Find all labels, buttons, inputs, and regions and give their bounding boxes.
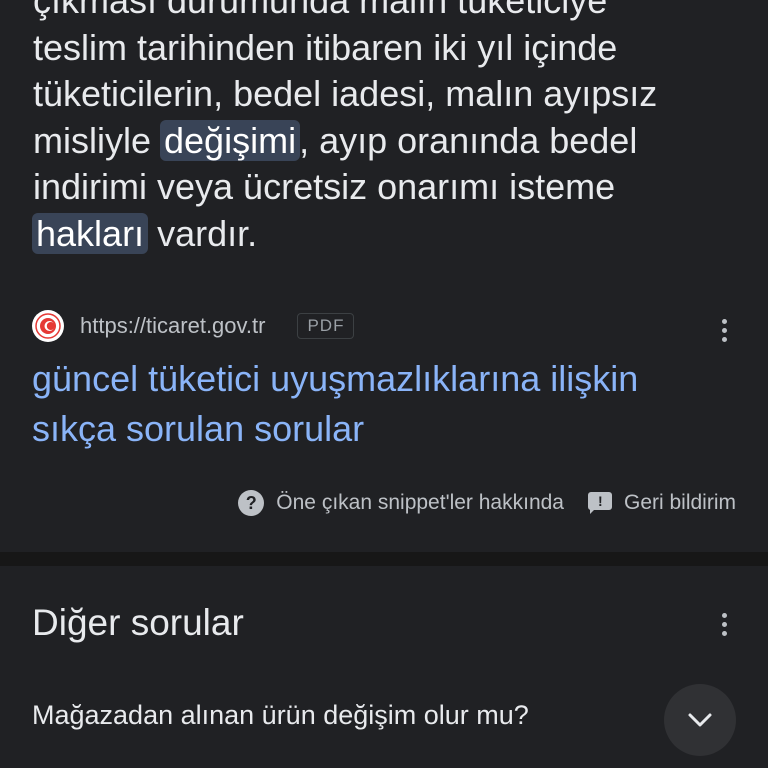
chevron-down-icon[interactable] bbox=[664, 684, 736, 756]
snippet-line-text: vardır. bbox=[147, 212, 258, 254]
source-row[interactable]: https://ticaret.gov.tr PDF bbox=[32, 308, 732, 344]
snippet-text: çıkması durumunda malın tüketiciye tesli… bbox=[32, 0, 753, 258]
result-more-options-icon[interactable] bbox=[712, 312, 736, 348]
help-circle-icon[interactable]: ? bbox=[238, 490, 265, 516]
result-title-line[interactable]: sıkça sorulan sorular bbox=[32, 404, 752, 454]
snippet-line: hakları vardır. bbox=[32, 211, 753, 258]
feedback-icon[interactable]: ! bbox=[587, 492, 612, 514]
snippet-line: tüketicilerin, bedel iadesi, malın ayıps… bbox=[33, 71, 753, 118]
turkish-crescent-seal-icon bbox=[32, 310, 64, 342]
favicon-seal-graphic bbox=[35, 313, 61, 339]
section-more-options-icon[interactable] bbox=[712, 606, 736, 642]
snippet-line-text: , ayıp oranında bedel bbox=[299, 119, 638, 161]
snippet-line: çıkması durumunda malın tüketiciye bbox=[33, 0, 753, 25]
snippet-footer: ? Öne çıkan snippet'ler hakkında ! Geri … bbox=[238, 486, 736, 520]
featured-snippet-card: çıkması durumunda malın tüketiciye tesli… bbox=[0, 0, 768, 552]
pdf-badge: PDF bbox=[297, 313, 355, 339]
result-title-line[interactable]: güncel tüketici uyuşmazlıklarına ilişkin bbox=[32, 354, 752, 404]
snippet-line-text: teslim tarihinden itibaren iki yıl içind… bbox=[33, 26, 618, 68]
snippet-line-text: misliyle bbox=[33, 119, 162, 161]
result-title-link[interactable]: güncel tüketici uyuşmazlıklarına ilişkin… bbox=[32, 354, 752, 454]
snippet-line-text: çıkması durumunda malın tüketiciye bbox=[33, 0, 608, 21]
section-divider bbox=[0, 552, 768, 566]
source-url[interactable]: https://ticaret.gov.tr bbox=[80, 313, 265, 339]
question-text[interactable]: Mağazadan alınan ürün değişim olur mu? bbox=[32, 700, 529, 731]
about-snippets-link[interactable]: Öne çıkan snippet'ler hakkında bbox=[276, 491, 564, 515]
snippet-line-text: indirimi veya ücretsiz onarımı isteme bbox=[33, 166, 616, 207]
snippet-line-text: tüketicilerin, bedel iadesi, malın ayıps… bbox=[33, 73, 658, 114]
feedback-link[interactable]: Geri bildirim bbox=[624, 491, 736, 515]
snippet-highlight: değişimi bbox=[160, 119, 301, 161]
other-questions-title: Diğer sorular bbox=[32, 602, 244, 643]
question-item[interactable]: Mağazadan alınan ürün değişim olur mu? bbox=[0, 684, 768, 756]
snippet-line: indirimi veya ücretsiz onarımı isteme bbox=[33, 164, 753, 211]
snippet-line: misliyle değişimi, ayıp oranında bedel bbox=[33, 118, 753, 165]
chevron-down-graphic bbox=[688, 713, 712, 727]
snippet-highlight: hakları bbox=[32, 212, 149, 254]
snippet-line: teslim tarihinden itibaren iki yıl içind… bbox=[33, 25, 753, 72]
other-questions-card: Diğer sorular Mağazadan alınan ürün deği… bbox=[0, 566, 768, 768]
